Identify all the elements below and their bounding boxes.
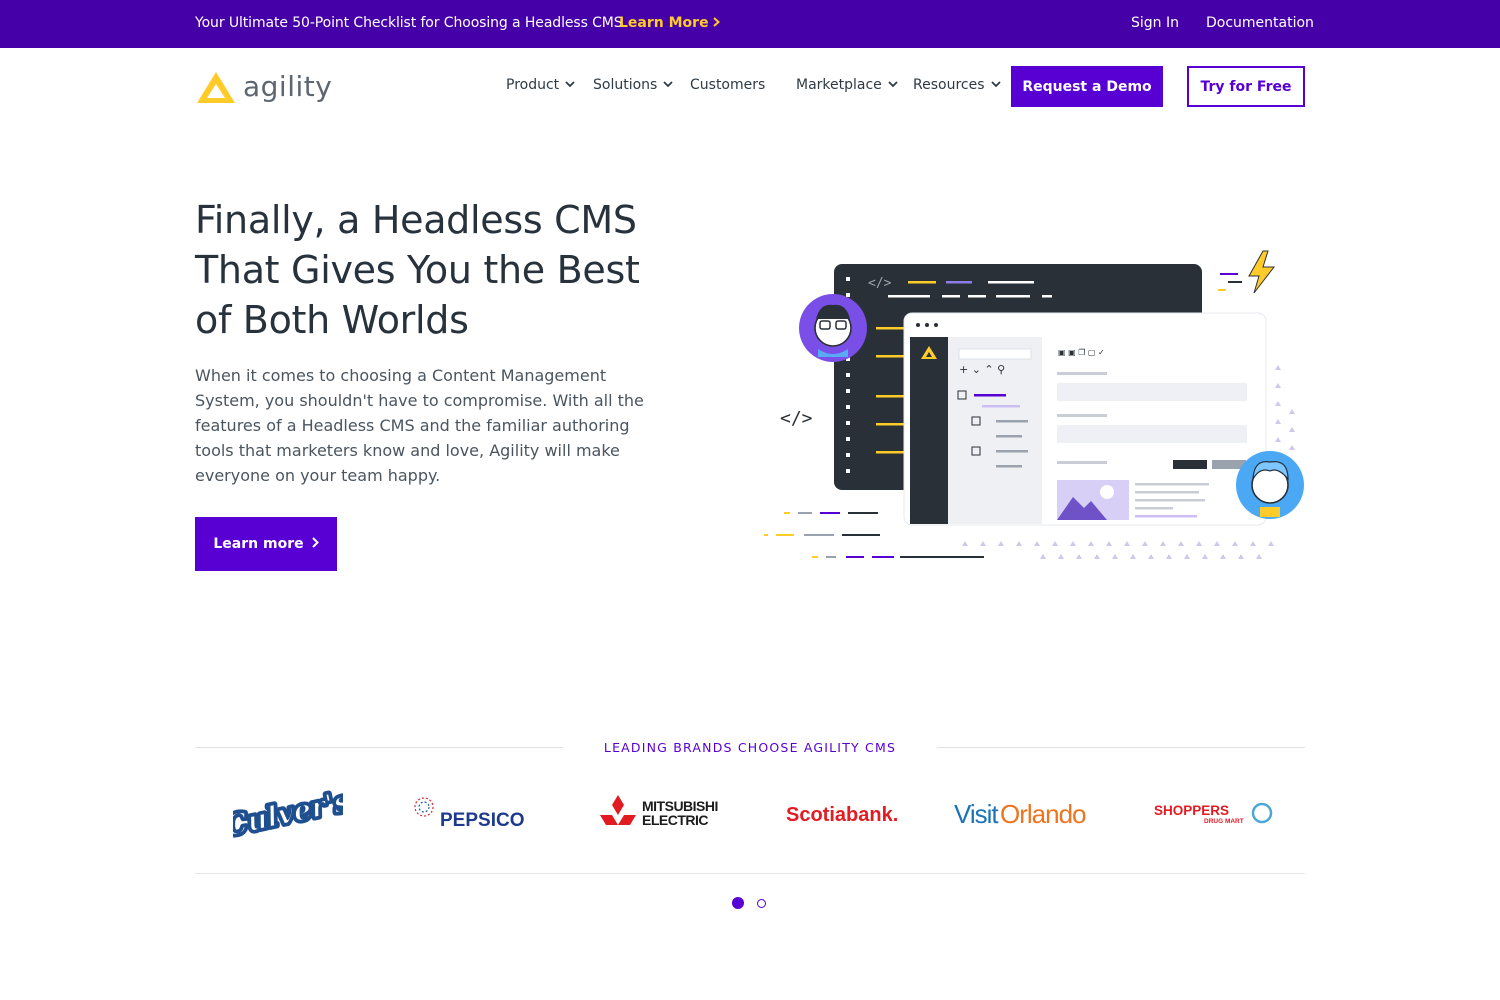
chevron-down-icon <box>888 80 898 91</box>
svg-text:Scotiabank.: Scotiabank. <box>786 804 898 826</box>
visitorlando-logo-icon: Visit Orlando <box>954 799 1087 829</box>
sign-in-link[interactable]: Sign In <box>1131 15 1179 31</box>
hero-title-line: of Both Worlds <box>195 298 469 342</box>
svg-text:Orlando: Orlando <box>1000 799 1086 829</box>
nav-customers[interactable]: Customers <box>690 77 765 93</box>
hero-illustration: </> + ⌄ ⌃ ⚲ ▣ ▣ ❐ ▢ ✓ </> <box>760 245 1320 595</box>
scotiabank-logo-icon: Scotiabank. <box>786 804 898 826</box>
learn-more-button[interactable]: Learn more <box>195 517 337 571</box>
hero-description-line: features of a Headless CMS and the famil… <box>195 416 630 435</box>
hero-description-line: System, you shouldn't have to compromise… <box>195 391 644 410</box>
hero-title: Finally, a Headless CMS That Gives You t… <box>195 195 675 345</box>
chevron-right-icon <box>311 536 319 552</box>
nav-marketplace[interactable]: Marketplace <box>796 77 898 93</box>
nav-product[interactable]: Product <box>506 77 575 93</box>
chevron-down-icon <box>565 80 575 91</box>
nav-resources[interactable]: Resources <box>913 77 1001 93</box>
hero-description-line: When it comes to choosing a Content Mana… <box>195 366 607 385</box>
carousel-dot-2[interactable] <box>757 899 766 908</box>
brands-divider-left <box>195 747 563 748</box>
svg-text:DRUG MART: DRUG MART <box>1204 818 1244 825</box>
brands-bottom-divider <box>195 873 1305 874</box>
brands-divider-right <box>937 747 1305 748</box>
hero-description-line: everyone on your team happy. <box>195 466 441 485</box>
brand-logo-scotiabank: Scotiabank. <box>778 785 908 840</box>
brand-logo-shoppers: SHOPPERS DRUG MART <box>1148 785 1278 840</box>
svg-text:</>: </> <box>868 276 892 291</box>
documentation-link[interactable]: Documentation <box>1206 15 1314 31</box>
announcement-learn-more-link[interactable]: Learn More <box>619 15 720 31</box>
request-demo-button[interactable]: Request a Demo <box>1011 66 1163 107</box>
chevron-right-icon <box>712 15 720 31</box>
announcement-bar: Your Ultimate 50-Point Checklist for Cho… <box>0 0 1500 48</box>
agility-triangle-icon <box>197 72 235 103</box>
svg-text:+ ⌄ ⌃ ⚲: + ⌄ ⌃ ⚲ <box>959 363 1005 376</box>
nav-product-label: Product <box>506 77 560 93</box>
carousel-dot-1[interactable] <box>732 897 744 909</box>
nav-solutions-label: Solutions <box>593 77 658 93</box>
learn-more-label: Learn more <box>213 536 304 552</box>
shoppers-logo-icon: SHOPPERS DRUG MART <box>1154 802 1273 825</box>
nav-solutions[interactable]: Solutions <box>593 77 673 93</box>
brand-logo-visitorlando: Visit Orlando <box>950 785 1105 840</box>
cms-editor-illustration: </> + ⌄ ⌃ ⚲ ▣ ▣ ❐ ▢ ✓ </> <box>764 250 1304 559</box>
hero-description-line: tools that marketers know and love, Agil… <box>195 441 620 460</box>
svg-text:SHOPPERS: SHOPPERS <box>1154 803 1229 818</box>
try-for-free-button[interactable]: Try for Free <box>1187 66 1305 107</box>
hero-title-line: Finally, a Headless CMS <box>195 198 637 242</box>
nav-marketplace-label: Marketplace <box>796 77 882 93</box>
brand-logo-mitsubishi: MITSUBISHI ELECTRIC <box>598 785 723 840</box>
agility-logo[interactable]: agility <box>195 66 345 108</box>
culvers-logo-icon: Culver's Culver's <box>233 787 343 839</box>
chevron-down-icon <box>990 80 1001 91</box>
hero-description: When it comes to choosing a Content Mana… <box>195 363 645 488</box>
svg-text:PEPSICO: PEPSICO <box>440 810 524 831</box>
hero-title-line: That Gives You the Best <box>195 248 640 292</box>
svg-text:Visit: Visit <box>954 799 999 829</box>
nav-customers-label: Customers <box>690 77 766 93</box>
announcement-link-label: Learn More <box>619 15 709 31</box>
logo-text: agility <box>243 70 333 103</box>
brand-logo-pepsico: PEPSICO <box>412 785 537 840</box>
code-tag-icon: </> <box>780 408 813 429</box>
svg-text:▣ ▣ ❐ ▢ ✓: ▣ ▣ ❐ ▢ ✓ <box>1058 348 1105 357</box>
chevron-down-icon <box>663 80 673 91</box>
brand-logo-culvers: Culver's Culver's <box>230 785 345 840</box>
pepsico-logo-icon: PEPSICO <box>414 796 524 831</box>
announcement-text: Your Ultimate 50-Point Checklist for Cho… <box>195 15 623 31</box>
svg-text:Culver's: Culver's <box>233 787 343 839</box>
svg-text:ELECTRIC: ELECTRIC <box>642 812 708 828</box>
brands-heading: LEADING BRANDS CHOOSE AGILITY CMS <box>603 740 897 755</box>
mitsubishi-logo-icon: MITSUBISHI ELECTRIC <box>600 794 718 828</box>
nav-resources-label: Resources <box>913 77 985 93</box>
